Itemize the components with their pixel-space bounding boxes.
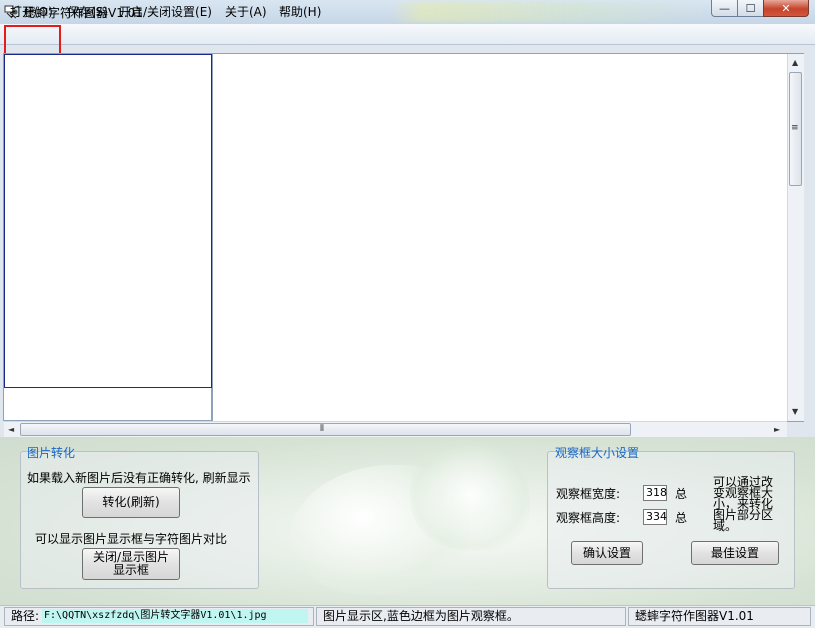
viewport-width-unit: 总 bbox=[675, 487, 688, 501]
viewport-height-unit: 总 bbox=[675, 511, 688, 525]
viewport-height-label: 观察框高度: bbox=[556, 511, 621, 525]
minimize-button[interactable]: — bbox=[711, 0, 738, 17]
character-output-pane[interactable] bbox=[212, 53, 804, 422]
refresh-hint-label: 如果载入新图片后没有正确转化, 刷新显示 bbox=[27, 471, 251, 485]
image-convert-group-title: 图片转化 bbox=[27, 446, 76, 460]
menu-toggle-settings[interactable]: 开启/关闭设置(E) bbox=[119, 3, 212, 20]
menu-help[interactable]: 帮助(H) bbox=[279, 3, 321, 20]
toggle-image-display-button[interactable]: 关闭/显示图片 显示框 bbox=[82, 548, 180, 580]
close-icon: ✕ bbox=[781, 1, 791, 15]
compare-hint-label: 可以显示图片显示框与字符图片对比 bbox=[35, 532, 228, 546]
maximize-icon: ☐ bbox=[745, 1, 756, 15]
viewport-height-input[interactable]: 334 bbox=[643, 509, 667, 525]
viewport-width-input[interactable]: 318 bbox=[643, 485, 667, 501]
confirm-settings-button[interactable]: 确认设置 bbox=[571, 541, 643, 565]
scroll-grip-icon: ≡ bbox=[791, 123, 799, 133]
status-path-label: 路径: bbox=[11, 609, 40, 623]
horizontal-scroll-thumb[interactable] bbox=[20, 423, 631, 436]
confirm-settings-button-label: 确认设置 bbox=[582, 545, 631, 560]
viewport-settings-group-title: 观察框大小设置 bbox=[555, 446, 640, 460]
menu-bar bbox=[0, 24, 815, 45]
menu-save[interactable]: 保存(S) bbox=[67, 3, 108, 20]
hscroll-grip-icon: ⦀ bbox=[320, 424, 324, 434]
status-app-name: 蟋蟀字符作图器V1.01 bbox=[628, 607, 811, 626]
menu-open[interactable]: 打开(O) bbox=[10, 3, 53, 20]
minimize-icon: — bbox=[719, 1, 730, 15]
scroll-up-arrow-icon[interactable]: ▲ bbox=[792, 58, 798, 67]
best-settings-button[interactable]: 最佳设置 bbox=[691, 541, 779, 565]
scroll-right-arrow-icon[interactable]: ► bbox=[774, 425, 780, 434]
viewport-width-label: 观察框宽度: bbox=[556, 487, 621, 501]
viewport-note: 可以通过改变观察框大小，来转化图片部分区域。 bbox=[713, 475, 774, 533]
status-path-value: F:\QQTN\xszfzdq\图片转文字器V1.01\1.jpg bbox=[42, 609, 308, 623]
scroll-left-arrow-icon[interactable]: ◄ bbox=[8, 425, 14, 434]
observation-frame bbox=[4, 54, 212, 388]
toggle-image-button-label-line2: 显示框 bbox=[112, 563, 149, 577]
convert-refresh-button[interactable]: 转化(刷新) bbox=[82, 487, 180, 518]
convert-refresh-button-label: 转化(刷新) bbox=[102, 495, 160, 509]
app-window: 蟋蟀字符作图器V1.01 — ☐ ✕ 打开(O) 保存(S) 开启/关闭设置(E… bbox=[0, 0, 815, 628]
best-settings-button-label: 最佳设置 bbox=[710, 545, 759, 560]
maximize-button[interactable]: ☐ bbox=[737, 0, 764, 17]
title-bar-background-blur bbox=[390, 2, 710, 22]
scroll-down-arrow-icon[interactable]: ▼ bbox=[792, 407, 798, 416]
status-message: 图片显示区,蓝色边框为图片观察框。 bbox=[316, 607, 626, 626]
menu-about[interactable]: 关于(A) bbox=[225, 3, 267, 20]
close-button[interactable]: ✕ bbox=[763, 0, 809, 17]
